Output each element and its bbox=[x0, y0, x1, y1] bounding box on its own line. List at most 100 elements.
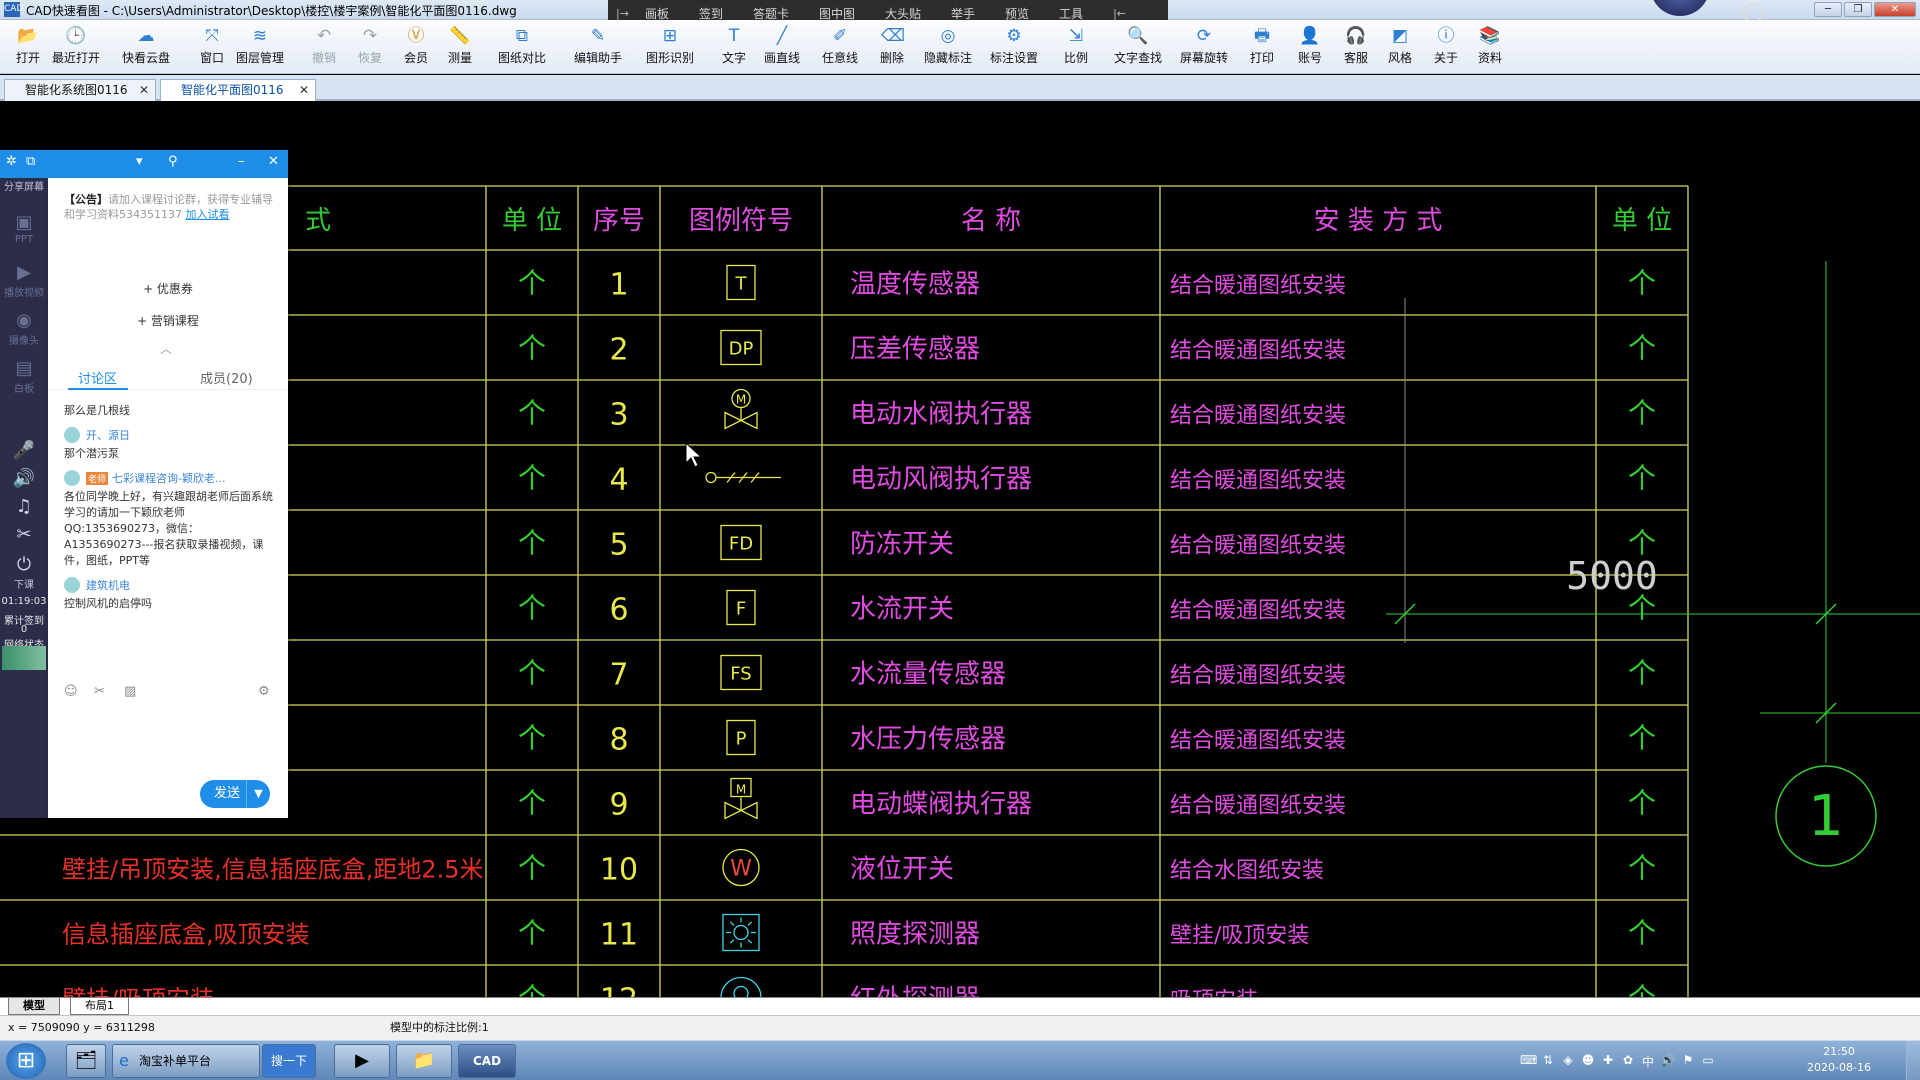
text-search-button[interactable]: 🔍 文字查找 bbox=[1110, 26, 1166, 66]
emoji-icon[interactable]: ☺ bbox=[64, 684, 78, 699]
close-icon[interactable]: ✕ bbox=[268, 154, 279, 169]
compare-button[interactable]: ⧉ 图纸对比 bbox=[494, 26, 550, 66]
folder-app-icon[interactable]: 🗂 bbox=[66, 1044, 106, 1078]
symbol-text: DP bbox=[729, 339, 754, 360]
tools-icon: ✂ bbox=[16, 524, 32, 545]
shield-icon[interactable]: ◈ bbox=[1560, 1053, 1576, 1069]
resources-button[interactable]: 📚 资料 bbox=[1462, 26, 1518, 66]
settings-icon[interactable]: ✲ bbox=[6, 154, 17, 169]
annotation-settings-button[interactable]: ⚙ 标注设置 bbox=[986, 26, 1042, 66]
chevron-down-icon[interactable]: ▼ bbox=[246, 780, 270, 808]
volume-icon[interactable]: 🔊 bbox=[1660, 1053, 1676, 1069]
qq-icon[interactable]: ✿ bbox=[1620, 1053, 1636, 1069]
sun-ray bbox=[747, 921, 753, 926]
sidebar-label: PPT bbox=[14, 234, 34, 245]
expand-arrow-icon[interactable]: |← bbox=[1113, 7, 1126, 20]
legend-symbol-sun bbox=[722, 913, 760, 952]
image-icon[interactable]: ▨ bbox=[124, 684, 136, 699]
collapse-arrow-icon[interactable]: |→ bbox=[616, 7, 629, 20]
legend-symbol-sensor bbox=[720, 976, 762, 997]
speaker-button[interactable]: 🔊 bbox=[0, 468, 48, 490]
chat-tray-icon[interactable]: ☻ bbox=[1580, 1053, 1596, 1069]
battery-icon[interactable]: ▭ bbox=[1700, 1053, 1716, 1069]
start-button[interactable]: ⊞ bbox=[6, 1043, 46, 1079]
show-desktop-button[interactable] bbox=[1906, 1041, 1920, 1080]
network-icon[interactable]: ⇅ bbox=[1540, 1053, 1556, 1069]
row-seq: 9 bbox=[609, 788, 628, 823]
tab-model[interactable]: 模型 bbox=[8, 998, 60, 1015]
camera-button[interactable]: ◉ 摄像头 bbox=[0, 310, 48, 347]
collapse-caret-icon[interactable]: ︿ bbox=[160, 340, 172, 357]
signin-count-text: 0 bbox=[20, 624, 28, 635]
whiteboard-button[interactable]: ▤ 白板 bbox=[0, 358, 48, 395]
header-install: 安 装 方 式 bbox=[1314, 206, 1443, 236]
maximize-button[interactable]: ❐ bbox=[1844, 2, 1872, 17]
send-button[interactable]: 发送 ▼ bbox=[200, 780, 270, 808]
microphone-button[interactable]: 🎤 bbox=[0, 440, 48, 462]
drawing-canvas[interactable]: 式单 位序号图例符号名 称安 装 方 式单 位家具安装)个1温度传感器结合暖通图… bbox=[0, 103, 1920, 997]
clock-time: 21:50 bbox=[1823, 1045, 1855, 1058]
freehand-button[interactable]: ✐ 任意线 bbox=[812, 26, 868, 66]
message-author[interactable]: 开、源日 bbox=[64, 427, 280, 443]
window-icon: ⤧ bbox=[205, 26, 219, 46]
legend-symbol-damper bbox=[705, 471, 781, 484]
row-unit: 个 bbox=[518, 787, 546, 820]
taskbar-item-ie[interactable]: e 淘宝补单平台 bbox=[112, 1044, 260, 1078]
message-author[interactable]: 建筑机电 bbox=[64, 577, 280, 593]
tab-plan-drawing[interactable]: 智能化平面图0116 ✕ bbox=[160, 79, 316, 101]
actuator-letter: M bbox=[736, 783, 746, 797]
eraser-button[interactable]: ⌫ 删除 bbox=[864, 26, 920, 66]
message-text: 那个潜污泵 bbox=[64, 447, 119, 460]
explorer-app-icon[interactable]: 📁 bbox=[396, 1044, 452, 1078]
sidebar-label: 摄像头 bbox=[9, 336, 39, 347]
antivirus-icon[interactable]: ✚ bbox=[1600, 1053, 1616, 1069]
keyboard-icon[interactable]: ⌨ bbox=[1520, 1053, 1537, 1069]
toolbar-label: 删除 bbox=[879, 51, 904, 65]
row-install: 吸顶安装 bbox=[1170, 989, 1258, 998]
tools-button[interactable]: ✂ bbox=[0, 524, 48, 546]
ppt-button[interactable]: ▣ PPT bbox=[0, 212, 48, 245]
minimize-button[interactable]: ─ bbox=[1814, 2, 1842, 17]
hide-annotation-button[interactable]: ◎ 隐藏标注 bbox=[920, 26, 976, 66]
clock-button[interactable]: 🕒 最近打开 bbox=[48, 26, 104, 66]
chat-panel: ✲ ⧉ ▾ ⚲ – ✕ 【公告】请加入课程讨论群，获得专业辅导和学习资料5343… bbox=[0, 150, 288, 818]
tab-discussion[interactable]: 讨论区 bbox=[78, 368, 117, 387]
close-tab-icon[interactable]: ✕ bbox=[139, 80, 149, 100]
marketing-course-link[interactable]: + 营销课程 bbox=[48, 312, 288, 329]
row-name: 压差传感器 bbox=[850, 335, 980, 365]
gear-icon[interactable]: ⚙ bbox=[258, 684, 270, 699]
video-button[interactable]: ▶ 播放视频 bbox=[0, 262, 48, 299]
layers-button[interactable]: ≋ 图层管理 bbox=[232, 26, 288, 66]
tab-system-drawing[interactable]: 智能化系统图0116 ✕ bbox=[4, 79, 156, 101]
media-app-icon[interactable]: ▶ bbox=[334, 1044, 390, 1078]
chevron-down-icon[interactable]: ▾ bbox=[136, 154, 143, 169]
clock[interactable]: 21:50 2020-08-16 bbox=[1794, 1044, 1884, 1076]
flag-icon[interactable]: ⚑ bbox=[1680, 1053, 1696, 1069]
minimize-icon[interactable]: – bbox=[238, 154, 245, 169]
tab-layout1[interactable]: 布局1 bbox=[70, 998, 129, 1015]
cad-app-icon[interactable]: CAD bbox=[458, 1044, 516, 1078]
edit-assistant-button[interactable]: ✎ 编辑助手 bbox=[570, 26, 626, 66]
music-button[interactable]: ♫ bbox=[0, 496, 48, 518]
message-author[interactable]: 老师 七彩课程咨询-颖欣老... bbox=[64, 470, 280, 486]
close-button[interactable]: ✕ bbox=[1874, 2, 1916, 17]
line-button[interactable]: ╱ 画直线 bbox=[754, 26, 810, 66]
avatar bbox=[64, 470, 80, 486]
end-class-button[interactable]: ⏻ 下课 bbox=[0, 554, 48, 591]
scissors-icon[interactable]: ✂ bbox=[94, 684, 105, 699]
shape-recognition-button[interactable]: ⊞ 图形识别 bbox=[642, 26, 698, 66]
search-button[interactable]: 搜一下 bbox=[262, 1044, 316, 1078]
scale-button[interactable]: ⇲ 比例 bbox=[1048, 26, 1104, 66]
rotate-button[interactable]: ⟳ 屏幕旋转 bbox=[1176, 26, 1232, 66]
coupon-link[interactable]: + 优惠券 bbox=[48, 280, 288, 297]
legend-symbol-box: F bbox=[726, 589, 756, 626]
pin-icon[interactable]: ⚲ bbox=[168, 154, 178, 169]
close-tab-icon[interactable]: ✕ bbox=[299, 80, 309, 100]
cloud-button[interactable]: ☁ 快看云盘 bbox=[118, 26, 174, 66]
ruler-button[interactable]: 📏 测量 bbox=[432, 26, 488, 66]
popout-icon[interactable]: ⧉ bbox=[26, 154, 35, 169]
ime-icon[interactable]: 中 bbox=[1640, 1053, 1656, 1069]
cad-drawing: 式单 位序号图例符号名 称安 装 方 式单 位家具安装)个1温度传感器结合暖通图… bbox=[0, 185, 1920, 998]
tab-members[interactable]: 成员(20) bbox=[200, 368, 253, 387]
join-link[interactable]: 加入试看 bbox=[186, 208, 230, 221]
